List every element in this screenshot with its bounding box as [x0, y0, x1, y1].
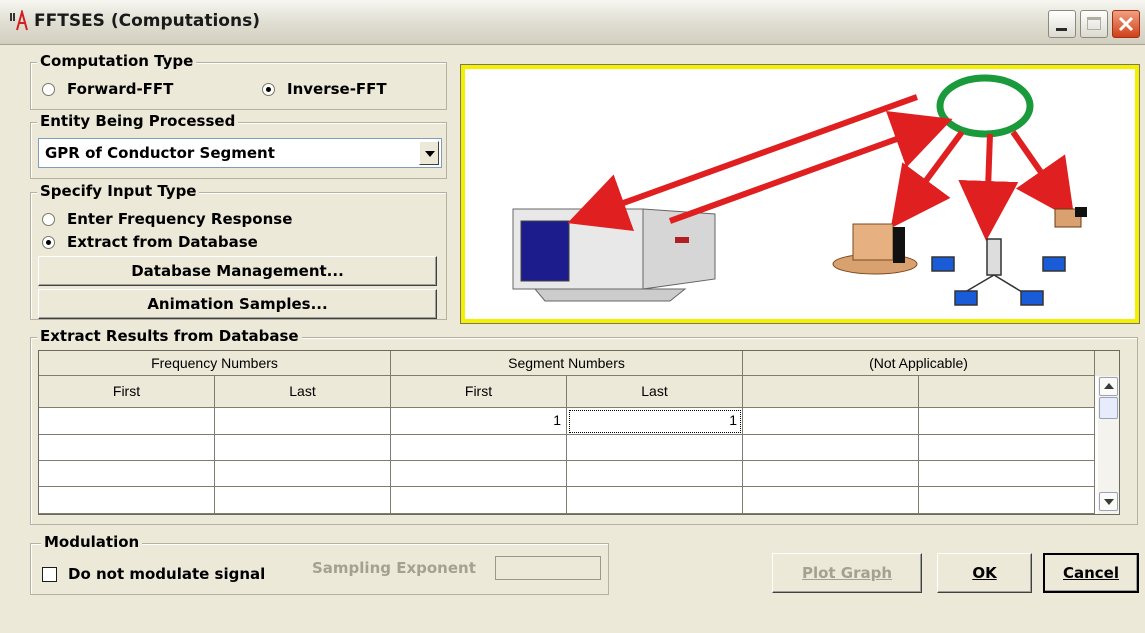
col-header-last: Last — [567, 376, 743, 408]
grid-header-filler — [1095, 351, 1119, 376]
col-header-na-2 — [919, 376, 1095, 408]
scroll-thumb[interactable] — [1099, 397, 1118, 419]
title-bar[interactable]: FFTSES (Computations) — [0, 0, 1145, 45]
table-cell[interactable] — [919, 461, 1095, 487]
table-cell[interactable] — [391, 435, 567, 461]
illustration-svg — [512, 74, 1087, 306]
extract-results-legend: Extract Results from Database — [37, 327, 302, 345]
forward-fft-radio[interactable]: Forward-FFT — [42, 80, 173, 98]
no-modulate-checkbox[interactable] — [42, 567, 57, 582]
inverse-fft-radio[interactable]: Inverse-FFT — [262, 80, 387, 98]
table-cell[interactable] — [39, 435, 215, 461]
table-cell[interactable] — [215, 435, 391, 461]
scroll-up-icon[interactable] — [1099, 377, 1118, 396]
table-cell[interactable] — [567, 487, 743, 514]
table-cell[interactable] — [567, 435, 743, 461]
table-cell[interactable] — [215, 408, 391, 435]
workstation-icon — [1054, 207, 1087, 228]
col-header-first: First — [39, 376, 215, 408]
table-cell[interactable] — [39, 408, 215, 435]
animation-samples-button[interactable]: Animation Samples... — [38, 289, 437, 319]
extract-database-label: Extract from Database — [67, 233, 258, 251]
table-cell[interactable] — [919, 435, 1095, 461]
close-icon — [1118, 16, 1134, 32]
table-cell[interactable] — [743, 408, 919, 435]
group-header-na: (Not Applicable) — [743, 351, 1095, 376]
arrow — [567, 94, 919, 231]
sampling-exponent-input[interactable] — [495, 556, 601, 580]
enter-frequency-radio[interactable]: Enter Frequency Response — [42, 210, 292, 228]
col-header-first: First — [391, 376, 567, 408]
table-cell[interactable] — [743, 435, 919, 461]
lan-icon — [931, 238, 1066, 306]
table-cell[interactable] — [391, 461, 567, 487]
radio-indicator — [262, 82, 275, 96]
table-cell[interactable]: 1 — [567, 408, 743, 435]
arrow — [1010, 130, 1075, 221]
window-title: FFTSES (Computations) — [34, 11, 260, 31]
table-cell[interactable] — [215, 461, 391, 487]
chevron-down-icon[interactable] — [419, 141, 439, 165]
minimize-button[interactable] — [1048, 10, 1076, 38]
results-table: Frequency Numbers Segment Numbers (Not A… — [38, 350, 1120, 515]
app-icon — [10, 10, 28, 31]
plot-graph-button[interactable]: Plot Graph — [772, 553, 922, 593]
radio-indicator — [42, 82, 55, 96]
arrow — [958, 133, 1019, 241]
sampling-exponent-label: Sampling Exponent — [312, 559, 476, 577]
network-illustration — [460, 64, 1140, 324]
modulation-legend: Modulation — [41, 533, 143, 551]
maximize-icon — [1087, 17, 1101, 30]
table-cell[interactable]: 1 — [391, 408, 567, 435]
group-header-frequency: Frequency Numbers — [39, 351, 391, 376]
radio-indicator — [42, 235, 55, 249]
ok-button[interactable]: OK — [937, 553, 1032, 593]
table-cell[interactable] — [215, 487, 391, 514]
close-button[interactable] — [1112, 10, 1140, 38]
group-header-segment: Segment Numbers — [391, 351, 743, 376]
table-cell[interactable] — [39, 461, 215, 487]
entity-select-value: GPR of Conductor Segment — [45, 144, 275, 162]
fftses-window: FFTSES (Computations) Computation Type F… — [0, 0, 1145, 633]
extract-database-radio[interactable]: Extract from Database — [42, 233, 258, 251]
table-cell[interactable] — [743, 487, 919, 514]
arrow — [890, 130, 965, 229]
maximize-button[interactable] — [1080, 10, 1108, 38]
table-cell[interactable] — [743, 461, 919, 487]
computation-type-legend: Computation Type — [37, 52, 197, 70]
cancel-button[interactable]: Cancel — [1043, 553, 1139, 593]
minimize-icon — [1056, 28, 1067, 31]
database-management-button[interactable]: Database Management... — [38, 256, 437, 286]
enter-frequency-label: Enter Frequency Response — [67, 210, 293, 228]
table-cell[interactable] — [39, 487, 215, 514]
inverse-fft-label: Inverse-FFT — [287, 80, 387, 98]
radio-indicator — [42, 212, 55, 226]
col-header-last: Last — [215, 376, 391, 408]
scroll-down-icon[interactable] — [1099, 492, 1118, 511]
input-type-legend: Specify Input Type — [37, 182, 200, 200]
entity-select[interactable]: GPR of Conductor Segment — [38, 138, 442, 168]
network-ellipse — [936, 74, 1034, 138]
forward-fft-label: Forward-FFT — [67, 80, 174, 98]
table-cell[interactable] — [919, 408, 1095, 435]
no-modulate-label: Do not modulate signal — [68, 565, 266, 583]
computer-icon — [512, 208, 716, 302]
server-icon — [832, 223, 918, 275]
table-cell[interactable] — [391, 487, 567, 514]
table-vertical-scrollbar[interactable] — [1098, 376, 1119, 514]
table-cell[interactable] — [567, 461, 743, 487]
table-cell[interactable] — [919, 487, 1095, 514]
col-header-na-1 — [743, 376, 919, 408]
entity-legend: Entity Being Processed — [37, 112, 239, 130]
